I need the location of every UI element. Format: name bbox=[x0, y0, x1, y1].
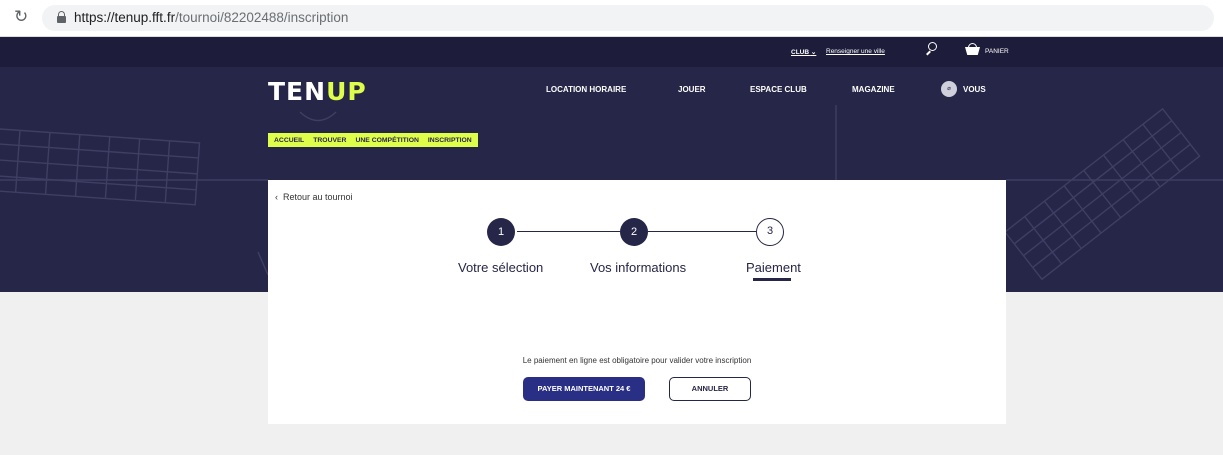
chevron-left-icon: ‹ bbox=[275, 192, 278, 202]
nav-magazine[interactable]: MAGAZINE bbox=[852, 85, 895, 94]
basket-icon[interactable] bbox=[965, 43, 980, 55]
back-to-tournament-link[interactable]: ‹ Retour au tournoi bbox=[275, 192, 353, 202]
url-host: https://tenup.fft.fr bbox=[74, 10, 176, 25]
nav-jouer[interactable]: JOUER bbox=[678, 85, 706, 94]
breadcrumb-item-trouver[interactable]: TROUVER bbox=[313, 137, 346, 144]
breadcrumb-item-accueil[interactable]: ACCUEIL bbox=[274, 137, 304, 144]
club-dropdown[interactable]: CLUB ⌄ bbox=[791, 48, 816, 56]
address-bar[interactable]: https://tenup.fft.fr/tournoi/82202488/in… bbox=[42, 5, 1214, 31]
url-path: /tournoi/82202488/inscription bbox=[175, 10, 349, 25]
step-connector bbox=[648, 231, 756, 232]
back-link-label: Retour au tournoi bbox=[283, 192, 353, 202]
step-1-circle: 1 bbox=[487, 218, 515, 246]
step-3-circle: 3 bbox=[756, 218, 784, 246]
step-3-label: Paiement bbox=[746, 260, 801, 275]
pay-now-button[interactable]: PAYER MAINTENANT 24 € bbox=[523, 377, 645, 401]
step-1-label: Votre sélection bbox=[458, 260, 544, 275]
logo-accent-text: UP bbox=[326, 77, 367, 106]
chevron-down-icon: ⌄ bbox=[810, 49, 817, 56]
avatar[interactable]: ⌀ bbox=[941, 81, 957, 97]
utility-bar bbox=[0, 37, 1223, 67]
step-2-label: Vos informations bbox=[590, 260, 687, 275]
nav-location-horaire[interactable]: LOCATION HORAIRE bbox=[546, 85, 626, 94]
search-icon[interactable] bbox=[925, 41, 939, 57]
step-2-circle: 2 bbox=[620, 218, 648, 246]
url-text[interactable]: https://tenup.fft.fr/tournoi/82202488/in… bbox=[74, 10, 348, 25]
nav-espace-club[interactable]: ESPACE CLUB bbox=[750, 85, 807, 94]
active-step-indicator bbox=[753, 278, 791, 281]
browser-toolbar: ↻ https://tenup.fft.fr/tournoi/82202488/… bbox=[0, 0, 1223, 37]
registration-card: ‹ Retour au tournoi 1 2 3 Votre sélection… bbox=[268, 180, 1006, 424]
breadcrumb-item-competition[interactable]: UNE COMPÉTITION bbox=[355, 137, 418, 144]
club-label: CLUB bbox=[791, 49, 810, 56]
cart-label[interactable]: PANIER bbox=[985, 48, 1009, 55]
breadcrumb: ACCUEIL TROUVER UNE COMPÉTITION INSCRIPT… bbox=[268, 133, 478, 147]
lock-icon[interactable] bbox=[57, 11, 66, 23]
city-link[interactable]: Renseigner une ville bbox=[826, 48, 885, 55]
logo-text: TEN bbox=[268, 77, 327, 106]
payment-notice: Le paiement en ligne est obligatoire pou… bbox=[522, 356, 752, 365]
reload-icon[interactable]: ↻ bbox=[14, 7, 28, 27]
cancel-button[interactable]: ANNULER bbox=[669, 377, 751, 401]
step-connector bbox=[517, 231, 620, 232]
breadcrumb-item-inscription: INSCRIPTION bbox=[427, 136, 472, 144]
tenup-logo[interactable]: TENUP bbox=[268, 77, 367, 106]
nav-account[interactable]: VOUS bbox=[963, 85, 986, 94]
